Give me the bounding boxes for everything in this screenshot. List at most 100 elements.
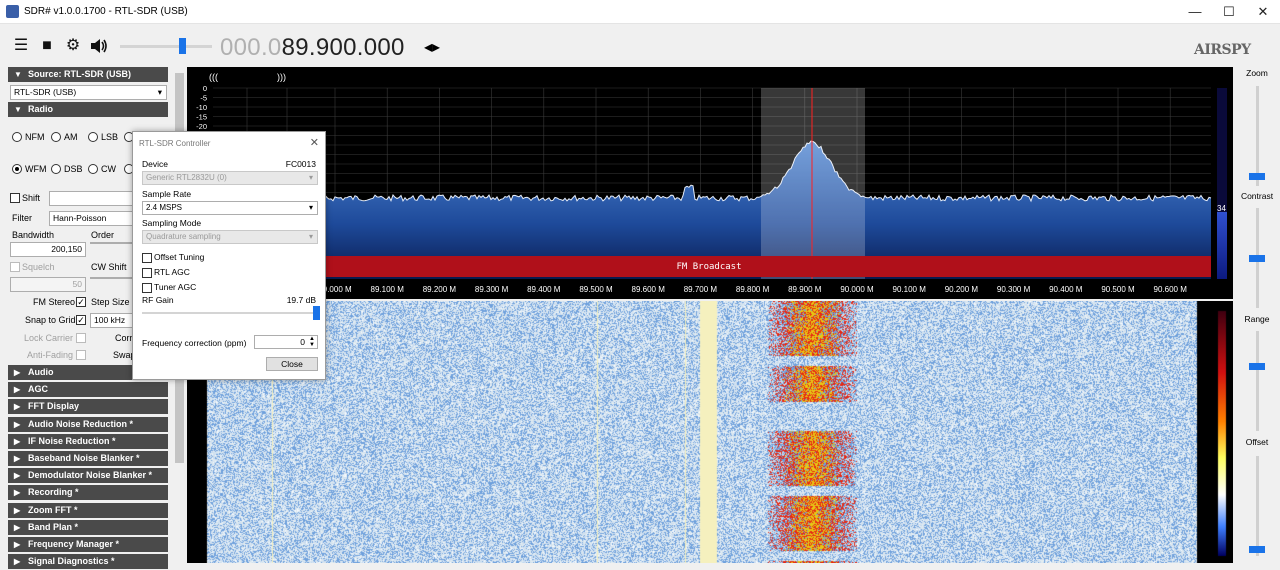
x-tick-label: 90.000 M (840, 285, 874, 294)
minimize-button[interactable]: — (1178, 0, 1212, 24)
contrast-label: Contrast (1240, 191, 1274, 201)
frequency-correction-input[interactable]: 0 ▲ ▼ (254, 335, 318, 349)
zoom-slider-thumb[interactable] (1249, 173, 1265, 180)
range-slider-thumb[interactable] (1249, 363, 1265, 370)
squelch-input[interactable]: 50 (10, 277, 86, 292)
mode-dsb-radio[interactable] (51, 164, 61, 174)
stop-icon[interactable]: ■ (38, 38, 56, 54)
device-select[interactable]: Generic RTL2832U (0) ▾ (142, 171, 318, 185)
section-label: Zoom FFT * (28, 504, 78, 515)
tuner-agc-checkbox[interactable] (142, 283, 152, 293)
snap-to-grid-checkbox[interactable]: ✓ (76, 315, 86, 325)
sampling-mode-label: Sampling Mode (142, 218, 202, 228)
section-header-2[interactable]: ▶ FFT Display (8, 399, 168, 415)
source-select[interactable]: RTL-SDR (USB) ▾ (10, 85, 167, 100)
offset-tuning-checkbox[interactable] (142, 253, 152, 263)
expand-arrow-icon: ▶ (14, 471, 21, 481)
frequency-correction-label: Frequency correction (ppm) (142, 338, 247, 348)
waterfall-canvas[interactable] (187, 301, 1233, 563)
range-slider[interactable] (1256, 331, 1259, 431)
x-tick-label: 90.300 M (997, 285, 1031, 294)
squelch-value: 50 (72, 279, 82, 289)
volume-slider[interactable] (120, 45, 212, 48)
offset-slider-thumb[interactable] (1249, 546, 1265, 553)
spectrum-analyzer[interactable]: 0 -5 -10 -15 -20 FM Broadcast 89.000 M 89.100… (187, 67, 1233, 299)
rtl-agc-label: RTL AGC (154, 267, 190, 277)
expand-arrow-icon: ▶ (14, 488, 21, 498)
chevron-down-icon: ▾ (308, 173, 313, 182)
section-header-11[interactable]: ▶ Signal Diagnostics * (8, 554, 168, 570)
mode-wfm-label: WFM (25, 164, 47, 174)
expand-arrow-icon: ▶ (14, 419, 21, 429)
section-label: FFT Display (28, 401, 80, 412)
section-header-10[interactable]: ▶ Frequency Manager * (8, 537, 168, 552)
anti-fading-checkbox[interactable] (76, 350, 86, 360)
mode-lsb-radio[interactable] (88, 132, 98, 142)
fm-stereo-checkbox[interactable]: ✓ (76, 297, 86, 307)
mode-nfm-radio[interactable] (12, 132, 22, 142)
x-tick-label: 89.800 M (736, 285, 770, 294)
offset-slider[interactable] (1256, 456, 1259, 556)
section-header-1[interactable]: ▶ AGC (8, 382, 168, 398)
mode-am-radio[interactable] (51, 132, 61, 142)
frequency-digits[interactable]: 89.900.000 (282, 34, 405, 61)
order-label: Order (91, 230, 115, 240)
rf-gain-slider-thumb[interactable] (313, 306, 320, 320)
zoom-label: Zoom (1246, 68, 1268, 78)
section-header-8[interactable]: ▶ Zoom FFT * (8, 502, 168, 518)
mode-cw-radio[interactable] (88, 164, 98, 174)
close-window-button[interactable]: ✕ (1246, 0, 1280, 24)
bandwidth-input[interactable]: 200,150 (10, 242, 86, 257)
filter-select-value: Hann-Poisson (53, 213, 107, 223)
zoom-slider[interactable] (1256, 86, 1259, 186)
section-label: Demodulator Noise Blanker * (28, 470, 153, 481)
menu-icon[interactable]: ☰ (12, 38, 30, 54)
squelch-checkbox[interactable] (10, 262, 20, 272)
expand-arrow-icon: ▶ (14, 436, 21, 446)
section-header-5[interactable]: ▶ Baseband Noise Blanker * (8, 451, 168, 466)
frequency-dim-digits[interactable]: 000.0 (220, 34, 282, 61)
section-header-9[interactable]: ▶ Band Plan * (8, 519, 168, 535)
cw-shift-label: CW Shift (91, 262, 127, 272)
sample-rate-select[interactable]: 2.4 MSPS ▾ (142, 201, 318, 215)
frequency-step-arrows-icon[interactable]: ◂▸ (424, 37, 440, 57)
section-header-3[interactable]: ▶ Audio Noise Reduction * (8, 416, 168, 432)
section-header-7[interactable]: ▶ Recording * (8, 485, 168, 501)
speaker-icon[interactable] (90, 38, 108, 54)
section-header-4[interactable]: ▶ IF Noise Reduction * (8, 433, 168, 449)
sampling-mode-select[interactable]: Quadrature sampling ▾ (142, 230, 318, 244)
waterfall-display[interactable] (187, 301, 1233, 563)
lock-carrier-checkbox[interactable] (76, 333, 86, 343)
section-label: Band Plan * (28, 521, 79, 532)
section-label: Baseband Noise Blanker * (28, 453, 140, 463)
gear-icon[interactable]: ⚙ (64, 38, 82, 54)
close-button[interactable]: Close (266, 357, 318, 371)
x-tick-label: 89.900 M (788, 285, 822, 294)
section-label: Audio Noise Reduction * (28, 418, 134, 429)
rtl-agc-checkbox[interactable] (142, 268, 152, 278)
level-meter-readout: 34 (1217, 204, 1226, 213)
mode-cw-label: CW (101, 164, 116, 174)
sample-rate-value: 2.4 MSPS (146, 203, 183, 212)
rf-gain-slider[interactable] (142, 312, 318, 314)
contrast-slider-thumb[interactable] (1249, 255, 1265, 262)
section-label: Recording * (28, 487, 79, 498)
spin-arrows-icon[interactable]: ▲ ▼ (309, 336, 315, 348)
mode-wfm-radio[interactable] (12, 164, 22, 174)
source-header-label: Source: RTL-SDR (USB) (28, 69, 131, 79)
offset-label: Offset (1245, 437, 1269, 447)
chevron-down-icon: ▾ (308, 203, 313, 212)
maximize-button[interactable]: ☐ (1212, 0, 1246, 24)
close-icon[interactable]: ✕ (310, 136, 319, 149)
radio-section-header[interactable]: ▼ Radio (8, 102, 168, 117)
chevron-down-icon: ▾ (308, 232, 313, 241)
shift-checkbox[interactable] (10, 193, 20, 203)
section-header-6[interactable]: ▶ Demodulator Noise Blanker * (8, 468, 168, 484)
source-section-header[interactable]: ▼ Source: RTL-SDR (USB) (8, 67, 168, 82)
volume-slider-thumb[interactable] (179, 38, 186, 54)
filter-passband[interactable] (761, 88, 865, 279)
mode-dsb-label: DSB (64, 164, 83, 174)
title-bar: SDR# v1.0.0.1700 - RTL-SDR (USB) — ☐ ✕ (0, 0, 1280, 24)
frequency-display[interactable]: 000.089.900.000 (220, 34, 405, 62)
window-title: SDR# v1.0.0.1700 - RTL-SDR (USB) (24, 6, 188, 17)
